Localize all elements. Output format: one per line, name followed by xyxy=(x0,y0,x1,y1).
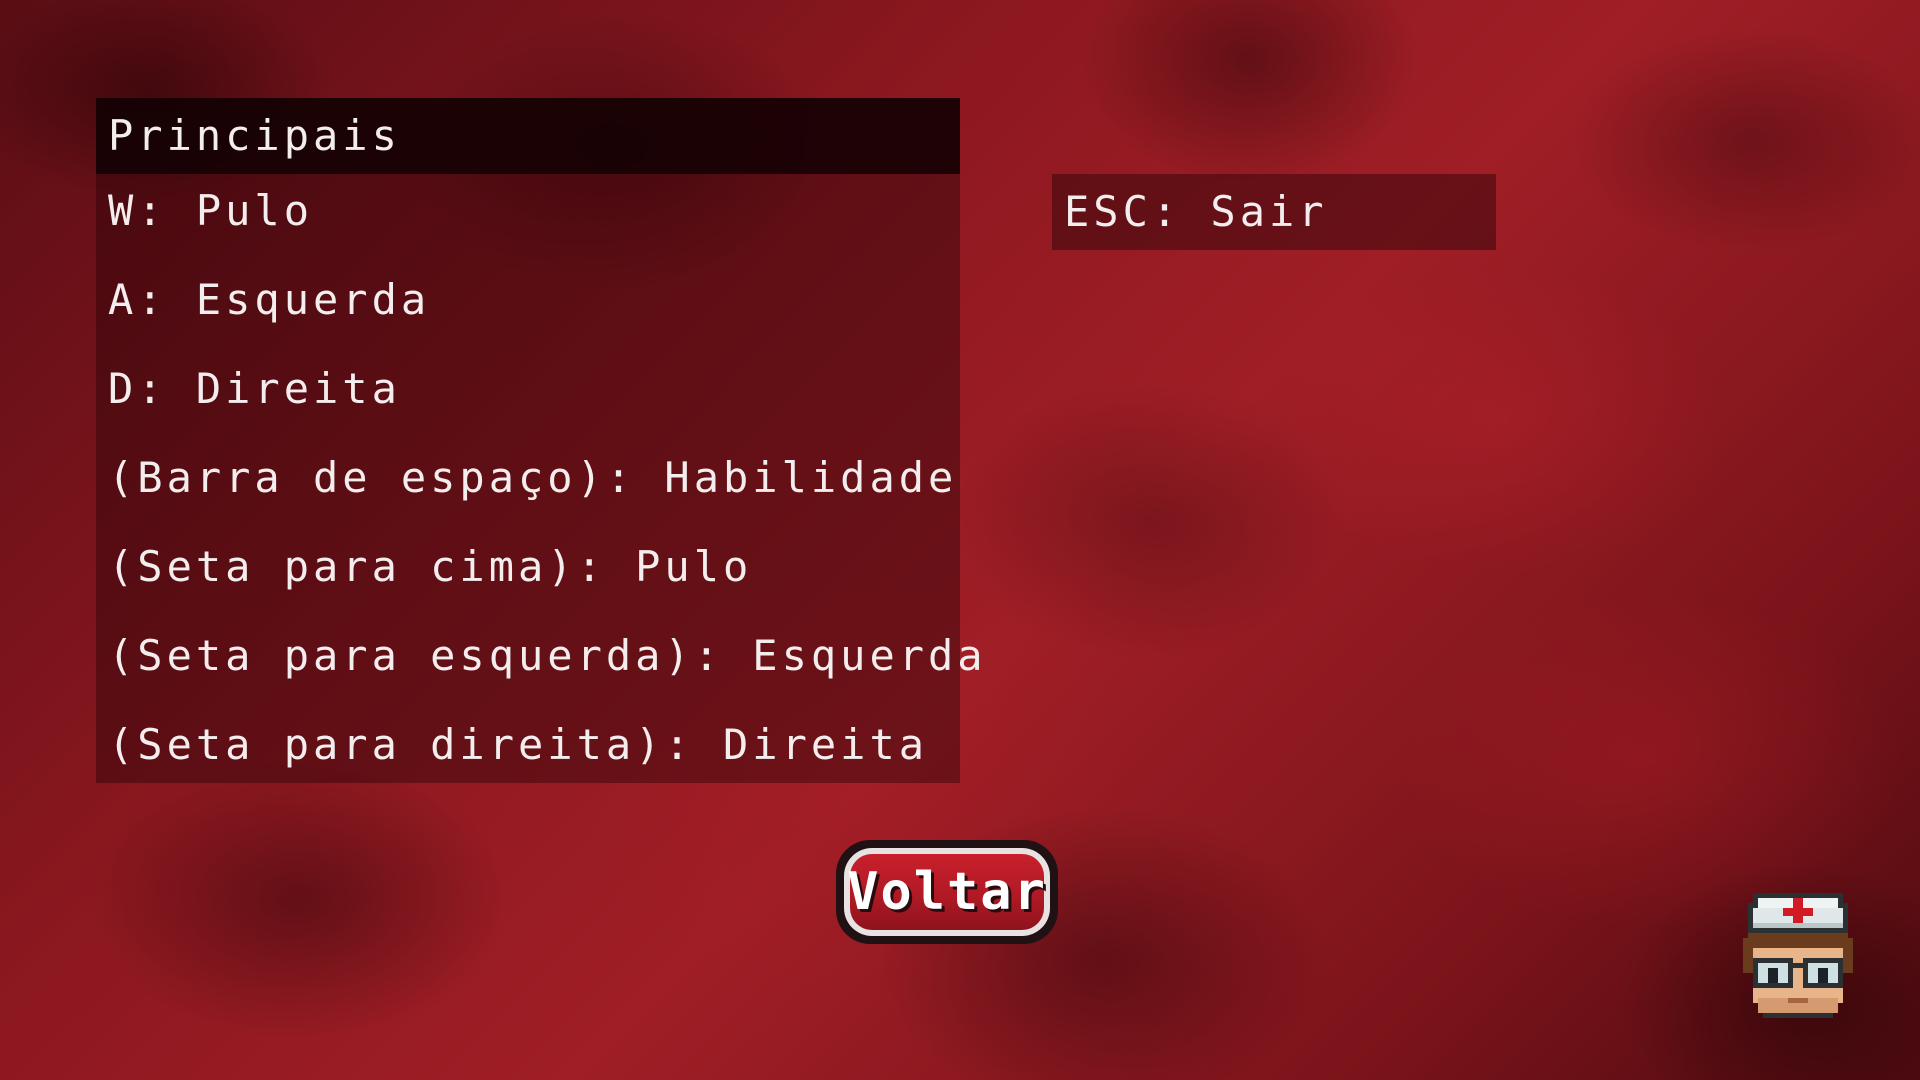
controls-screen: Principais W: Pulo A: Esquerda D: Direit… xyxy=(0,0,1920,1080)
nurse-character-icon xyxy=(1728,888,1868,1028)
system-controls-panel: ESC: Sair xyxy=(1052,174,1496,250)
control-row-d: D: Direita xyxy=(108,364,401,413)
control-row-a: A: Esquerda xyxy=(108,275,431,324)
controls-panel-title: Principais xyxy=(108,111,401,160)
control-row-esc: ESC: Sair xyxy=(1064,187,1328,236)
control-row-arrow-left: (Seta para esquerda): Esquerda xyxy=(108,631,987,680)
back-button[interactable]: Voltar xyxy=(836,840,1058,944)
control-row-space: (Barra de espaço): Habilidade xyxy=(108,453,958,502)
control-row-arrow-up: (Seta para cima): Pulo xyxy=(108,542,753,591)
control-row-arrow-right: (Seta para direita): Direita xyxy=(108,720,929,769)
control-row-w: W: Pulo xyxy=(108,186,314,235)
back-button-label: Voltar xyxy=(847,862,1047,922)
controls-panel-header: Principais xyxy=(96,98,960,174)
main-controls-panel: Principais W: Pulo A: Esquerda D: Direit… xyxy=(96,98,983,783)
